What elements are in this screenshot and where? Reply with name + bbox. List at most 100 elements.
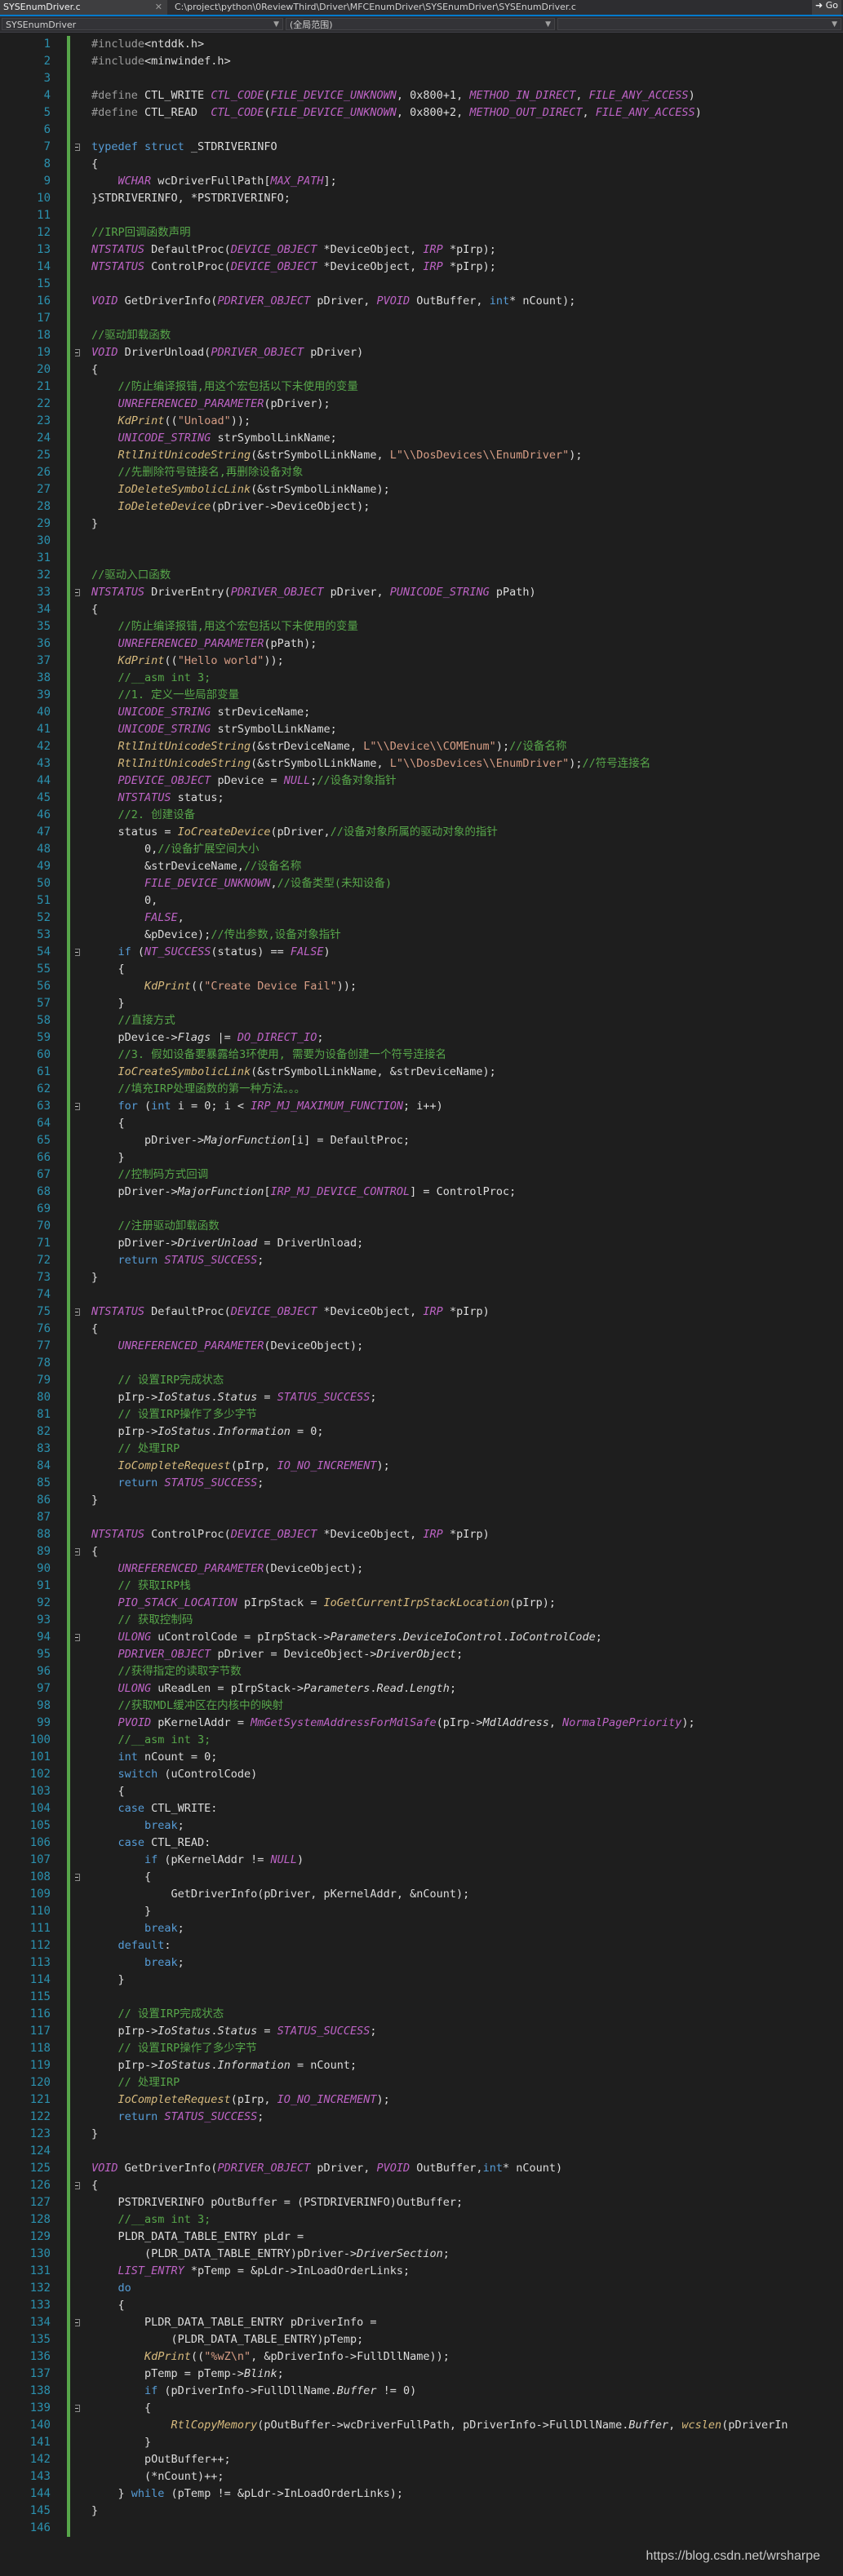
code-line[interactable]: { bbox=[91, 1321, 98, 1338]
code-line[interactable]: PSTDRIVERINFO pOutBuffer = (PSTDRIVERINF… bbox=[91, 2194, 464, 2211]
code-line[interactable]: NTSTATUS ControlProc(DEVICE_OBJECT *Devi… bbox=[91, 1526, 490, 1543]
code-line[interactable]: PDEVICE_OBJECT pDevice = NULL;//设备对象指针 bbox=[91, 772, 397, 790]
fold-collapse-icon[interactable] bbox=[75, 589, 80, 596]
code-line[interactable]: for (int i = 0; i < IRP_MJ_MAXIMUM_FUNCT… bbox=[91, 1098, 443, 1115]
context-scope-dropdown[interactable]: (全局范围) ▼ bbox=[286, 18, 555, 30]
code-line[interactable]: pTemp = pTemp->Blink; bbox=[91, 2366, 284, 2383]
file-tab-active[interactable]: SYSEnumDriver.c ✕ bbox=[0, 0, 167, 15]
code-line[interactable]: KdPrint(("Hello world")); bbox=[91, 653, 284, 670]
code-line[interactable]: { bbox=[91, 961, 125, 978]
code-line[interactable]: status = IoCreateDevice(pDriver,//设备对象所属… bbox=[91, 824, 498, 841]
code-line[interactable]: } bbox=[91, 1972, 125, 1989]
code-line[interactable]: LIST_ENTRY *pTemp = &pLdr->InLoadOrderLi… bbox=[91, 2263, 410, 2280]
code-line[interactable]: PVOID pKernelAddr = MmGetSystemAddressFo… bbox=[91, 1715, 695, 1732]
code-line[interactable]: { bbox=[91, 361, 98, 378]
code-editor[interactable]: 1 2 3 4 5 6 7 8 9 10 11 12 13 14 15 16 17 18 19 20 21 22 23 24 2… bbox=[0, 33, 843, 2576]
code-line[interactable]: RtlInitUnicodeString(&strDeviceName, L"\… bbox=[91, 738, 567, 755]
code-line[interactable]: ULONG uReadLen = pIrpStack->Parameters.R… bbox=[91, 1680, 457, 1697]
code-line[interactable]: UNICODE_STRING strDeviceName; bbox=[91, 704, 311, 721]
code-line[interactable]: KdPrint(("Create Device Fail")); bbox=[91, 978, 357, 995]
code-line[interactable]: pIrp->IoStatus.Information = nCount; bbox=[91, 2057, 357, 2074]
code-line[interactable]: #include<ntddk.h> bbox=[91, 36, 204, 53]
code-line[interactable]: } bbox=[91, 1903, 151, 1920]
code-line[interactable]: pIrp->IoStatus.Status = STATUS_SUCCESS; bbox=[91, 2023, 377, 2040]
code-line[interactable]: pDriver->DriverUnload = DriverUnload; bbox=[91, 1235, 364, 1252]
code-line[interactable]: VOID GetDriverInfo(PDRIVER_OBJECT pDrive… bbox=[91, 2160, 562, 2177]
code-line[interactable]: int nCount = 0; bbox=[91, 1749, 218, 1766]
close-tab-icon[interactable]: ✕ bbox=[155, 0, 162, 15]
fold-collapse-icon[interactable] bbox=[75, 2182, 80, 2189]
code-line[interactable]: VOID DriverUnload(PDRIVER_OBJECT pDriver… bbox=[91, 344, 363, 361]
code-line[interactable]: { bbox=[91, 156, 98, 173]
code-line[interactable]: //__asm int 3; bbox=[91, 670, 211, 687]
code-line[interactable]: RtlInitUnicodeString(&strSymbolLinkName,… bbox=[91, 447, 583, 464]
code-line[interactable]: if (NT_SUCCESS(status) == FALSE) bbox=[91, 944, 331, 961]
fold-collapse-icon[interactable] bbox=[75, 1874, 80, 1881]
code-line[interactable]: FILE_DEVICE_UNKNOWN,//设备类型(未知设备) bbox=[91, 875, 392, 892]
code-line[interactable]: return STATUS_SUCCESS; bbox=[91, 1475, 264, 1492]
code-line[interactable]: { bbox=[91, 2177, 98, 2194]
code-line[interactable]: pDriver->MajorFunction[IRP_MJ_DEVICE_CON… bbox=[91, 1184, 517, 1201]
code-line[interactable]: RtlCopyMemory(pOutBuffer->wcDriverFullPa… bbox=[91, 2417, 788, 2434]
code-line[interactable]: //IRP回调函数声明 bbox=[91, 224, 191, 241]
fold-collapse-icon[interactable] bbox=[75, 144, 80, 151]
code-line[interactable]: //先删除符号链接名,再删除设备对象 bbox=[91, 464, 304, 481]
code-line[interactable]: // 处理IRP bbox=[91, 2074, 180, 2091]
code-line[interactable]: //防止编译报错,用这个宏包括以下未使用的变量 bbox=[91, 378, 358, 396]
fold-collapse-icon[interactable] bbox=[75, 949, 80, 956]
code-line[interactable]: switch (uControlCode) bbox=[91, 1766, 258, 1783]
fold-collapse-icon[interactable] bbox=[75, 1548, 80, 1556]
code-line[interactable]: NTSTATUS DefaultProc(DEVICE_OBJECT *Devi… bbox=[91, 1303, 490, 1321]
code-line[interactable]: break; bbox=[91, 1920, 184, 1937]
code-line[interactable]: NTSTATUS DriverEntry(PDRIVER_OBJECT pDri… bbox=[91, 584, 536, 601]
code-text-area[interactable]: #include<ntddk.h> #include<minwindef.h> #d… bbox=[75, 33, 843, 2576]
code-line[interactable]: WCHAR wcDriverFullPath[MAX_PATH]; bbox=[91, 173, 337, 190]
code-line[interactable]: //注册驱动卸载函数 bbox=[91, 1218, 220, 1235]
code-line[interactable]: typedef struct _STDRIVERINFO bbox=[91, 139, 277, 156]
code-line[interactable]: //1. 定义一些局部变量 bbox=[91, 687, 240, 704]
code-line[interactable]: IoDeleteSymbolicLink(&strSymbolLinkName)… bbox=[91, 481, 390, 498]
code-line[interactable]: IoCompleteRequest(pIrp, IO_NO_INCREMENT)… bbox=[91, 2091, 390, 2109]
code-line[interactable]: //驱动卸载函数 bbox=[91, 327, 171, 344]
code-line[interactable]: (PLDR_DATA_TABLE_ENTRY)pDriver->DriverSe… bbox=[91, 2246, 450, 2263]
code-line[interactable]: pIrp->IoStatus.Information = 0; bbox=[91, 1423, 324, 1441]
code-line[interactable]: { bbox=[91, 1115, 125, 1132]
code-line[interactable]: //控制码方式回调 bbox=[91, 1166, 209, 1184]
code-line[interactable]: PDRIVER_OBJECT pDriver = DeviceObject->D… bbox=[91, 1646, 464, 1663]
code-line[interactable]: do bbox=[91, 2280, 131, 2297]
code-line[interactable]: } bbox=[91, 2503, 98, 2520]
code-line[interactable]: //驱动入口函数 bbox=[91, 567, 171, 584]
code-line[interactable]: case CTL_WRITE: bbox=[91, 1800, 218, 1817]
code-line[interactable]: { bbox=[91, 601, 98, 618]
code-line[interactable]: // 设置IRP完成状态 bbox=[91, 2006, 224, 2023]
code-line[interactable]: (*nCount)++; bbox=[91, 2468, 224, 2485]
code-line[interactable]: pIrp->IoStatus.Status = STATUS_SUCCESS; bbox=[91, 1389, 377, 1406]
code-line[interactable]: RtlInitUnicodeString(&strSymbolLinkName,… bbox=[91, 755, 651, 772]
code-line[interactable]: #define CTL_READ CTL_CODE(FILE_DEVICE_UN… bbox=[91, 104, 702, 122]
code-line[interactable]: break; bbox=[91, 1817, 184, 1835]
code-line[interactable]: #include<minwindef.h> bbox=[91, 53, 231, 70]
code-line[interactable]: } bbox=[91, 2434, 151, 2451]
code-line[interactable]: VOID GetDriverInfo(PDRIVER_OBJECT pDrive… bbox=[91, 293, 575, 310]
code-line[interactable]: } bbox=[91, 995, 125, 1012]
code-line[interactable]: UNICODE_STRING strSymbolLinkName; bbox=[91, 721, 337, 738]
code-line[interactable]: PLDR_DATA_TABLE_ENTRY pDriverInfo = bbox=[91, 2314, 376, 2331]
code-line[interactable]: } while (pTemp != &pLdr->InLoadOrderLink… bbox=[91, 2485, 404, 2503]
code-line[interactable]: IoDeleteDevice(pDriver->DeviceObject); bbox=[91, 498, 370, 516]
code-line[interactable]: //__asm int 3; bbox=[91, 1732, 211, 1749]
code-line[interactable]: UNREFERENCED_PARAMETER(pPath); bbox=[91, 635, 317, 653]
code-line[interactable]: //防止编译报错,用这个宏包括以下未使用的变量 bbox=[91, 618, 358, 635]
code-line[interactable]: IoCreateSymbolicLink(&strSymbolLinkName,… bbox=[91, 1064, 496, 1081]
code-line[interactable]: //2. 创建设备 bbox=[91, 807, 196, 824]
fold-collapse-icon[interactable] bbox=[75, 1308, 80, 1316]
code-line[interactable]: //直接方式 bbox=[91, 1012, 175, 1029]
code-line[interactable]: IoCompleteRequest(pIrp, IO_NO_INCREMENT)… bbox=[91, 1458, 390, 1475]
code-line[interactable]: UNREFERENCED_PARAMETER(DeviceObject); bbox=[91, 1338, 364, 1355]
code-line[interactable]: { bbox=[91, 1543, 98, 1560]
code-line[interactable]: case CTL_READ: bbox=[91, 1835, 211, 1852]
code-line[interactable]: PIO_STACK_LOCATION pIrpStack = IoGetCurr… bbox=[91, 1595, 556, 1612]
code-line[interactable]: break; bbox=[91, 1954, 184, 1972]
code-line[interactable]: { bbox=[91, 1783, 125, 1800]
code-line[interactable]: //获取MDL缓冲区在内核中的映射 bbox=[91, 1697, 284, 1715]
code-line[interactable]: //__asm int 3; bbox=[91, 2211, 211, 2229]
